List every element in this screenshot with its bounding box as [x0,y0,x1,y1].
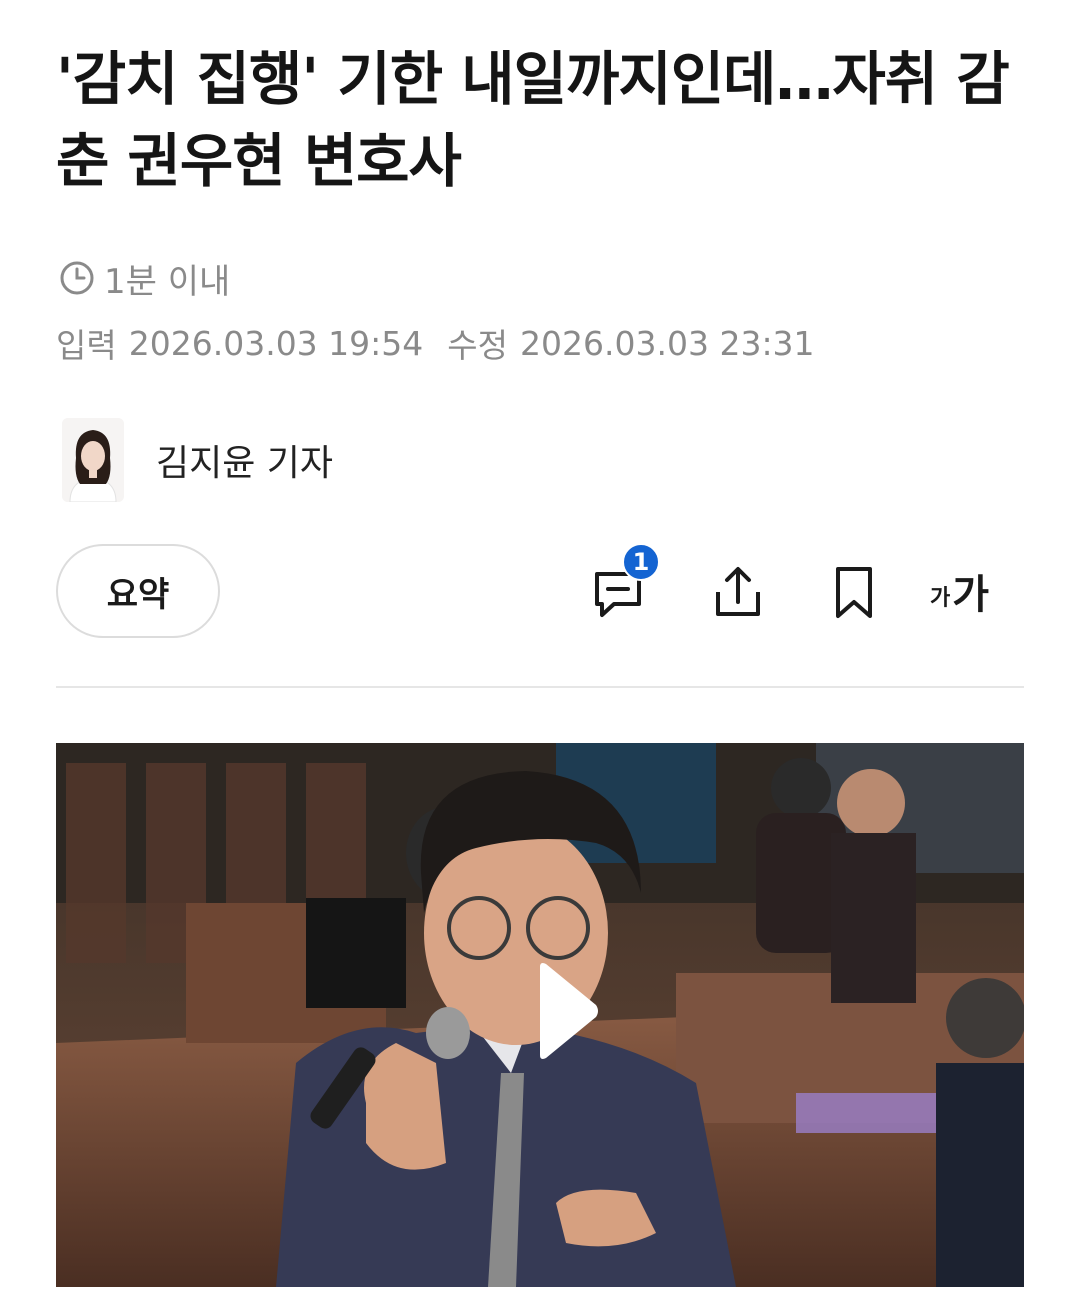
reporter-row[interactable]: 김지윤 기자 [62,418,333,502]
bookmark-icon [836,567,872,618]
read-time-text: 1분 이내 [104,261,231,302]
bookmark-button[interactable] [822,560,886,624]
share-icon [716,567,760,616]
play-icon [540,963,598,1059]
comment-count-badge: 1 [622,543,660,581]
toolbar-divider [56,686,1024,688]
share-button[interactable] [706,560,770,624]
play-button[interactable] [536,961,600,1065]
font-size-big-glyph: 가 [952,572,990,618]
font-size-button[interactable]: 가 가 [930,560,989,624]
summary-button[interactable]: 요약 [56,544,220,638]
clock-icon [60,261,94,295]
article-headline: '감치 집행' 기한 내일까지인데…자취 감춘 권우현 변호사 [56,45,1010,195]
font-size-small-glyph: 가 [930,586,951,611]
modified-label: 수정 [447,326,509,365]
input-label: 입력 [56,326,117,365]
video-player[interactable] [56,743,1024,1287]
article-dates: 입력 2026.03.03 19:54 수정 2026.03.03 23:31 [56,320,815,366]
modified-datetime: 2026.03.03 23:31 [520,323,815,363]
reporter-avatar[interactable] [62,418,124,502]
reporter-name[interactable]: 김지윤 기자 [156,434,333,486]
read-time: 1분 이내 [58,256,231,302]
input-datetime: 2026.03.03 19:54 [128,323,424,363]
